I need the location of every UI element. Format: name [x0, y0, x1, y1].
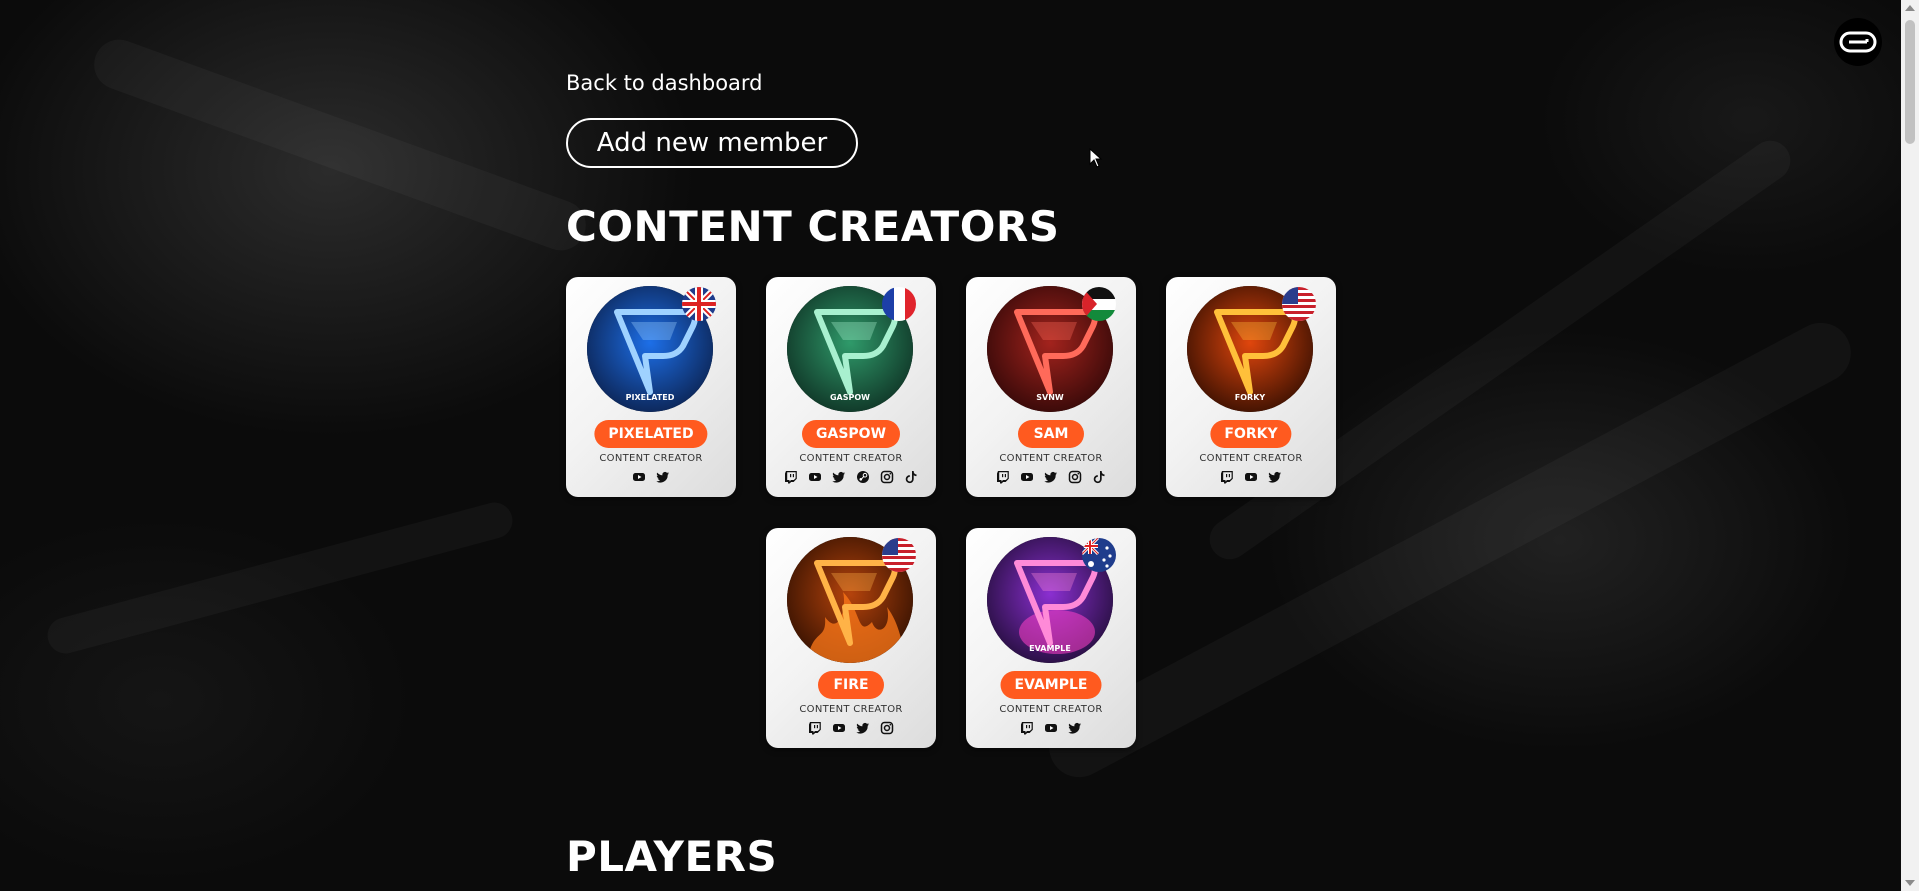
member-name-badge: GASPOW — [801, 420, 901, 448]
youtube-icon[interactable] — [1044, 721, 1058, 735]
instagram-icon[interactable] — [1068, 470, 1082, 484]
member-role: CONTENT CREATOR — [999, 704, 1103, 715]
member-name-badge: FORKY — [1210, 420, 1292, 448]
twitch-icon[interactable] — [996, 470, 1010, 484]
member-role: CONTENT CREATOR — [999, 453, 1103, 464]
mouse-cursor-icon — [1089, 148, 1103, 168]
twitch-icon[interactable] — [1020, 721, 1034, 735]
member-card-sam[interactable]: SVNW SAM CONTENT CREATOR — [966, 277, 1136, 497]
youtube-icon[interactable] — [832, 721, 846, 735]
member-card-forky[interactable]: FORKY FORKY CONTENT CREATOR — [1166, 277, 1336, 497]
tiktok-icon[interactable] — [1092, 470, 1106, 484]
australia-flag — [1082, 538, 1116, 572]
youtube-icon[interactable] — [632, 470, 646, 484]
usa-flag — [882, 538, 916, 572]
twitter-icon[interactable] — [656, 470, 670, 484]
twitter-icon[interactable] — [832, 470, 846, 484]
member-role: CONTENT CREATOR — [799, 453, 903, 464]
back-to-dashboard-link[interactable]: Back to dashboard — [566, 71, 763, 95]
social-links — [966, 470, 1136, 484]
players-heading: PLAYERS — [566, 832, 778, 881]
svg-text:FORKY: FORKY — [1235, 393, 1266, 402]
uk-flag — [682, 287, 716, 321]
svg-text:GASPOW: GASPOW — [830, 393, 870, 402]
add-new-member-button[interactable]: Add new member — [566, 118, 858, 168]
member-name-badge: SAM — [1018, 420, 1084, 448]
social-links — [966, 721, 1136, 735]
member-name-badge: FIRE — [818, 671, 884, 699]
social-links — [566, 470, 736, 484]
member-card-pixelated[interactable]: PIXELATED PIXELATED CONTENT CREATOR — [566, 277, 736, 497]
svg-text:EVAMPLE: EVAMPLE — [1029, 644, 1071, 653]
steam-icon[interactable] — [856, 470, 870, 484]
usa-flag — [1282, 287, 1316, 321]
palestine-flag — [1082, 287, 1116, 321]
twitter-icon[interactable] — [1268, 470, 1282, 484]
background-art — [0, 0, 1919, 891]
member-name-badge: PIXELATED — [594, 420, 708, 448]
twitch-icon[interactable] — [1220, 470, 1234, 484]
brand-logo-icon[interactable] — [1834, 18, 1882, 66]
twitch-icon[interactable] — [808, 721, 822, 735]
member-role: CONTENT CREATOR — [599, 453, 703, 464]
twitter-icon[interactable] — [1068, 721, 1082, 735]
instagram-icon[interactable] — [880, 721, 894, 735]
content-creators-heading: CONTENT CREATORS — [566, 202, 1060, 251]
scrollbar-thumb[interactable] — [1905, 20, 1915, 144]
member-name-badge: EVAMPLE — [1000, 671, 1102, 699]
social-links — [766, 470, 936, 484]
member-role: CONTENT CREATOR — [1199, 453, 1303, 464]
svg-text:PIXELATED: PIXELATED — [626, 393, 675, 402]
youtube-icon[interactable] — [808, 470, 822, 484]
twitch-icon[interactable] — [784, 470, 798, 484]
page-scrollbar[interactable] — [1901, 0, 1919, 891]
social-links — [766, 721, 936, 735]
social-links — [1166, 470, 1336, 484]
twitter-icon[interactable] — [1044, 470, 1058, 484]
member-role: CONTENT CREATOR — [799, 704, 903, 715]
scroll-up-arrow-icon[interactable] — [1905, 5, 1915, 11]
twitter-icon[interactable] — [856, 721, 870, 735]
member-card-gaspow[interactable]: GASPOW GASPOW CONTENT CREATOR — [766, 277, 936, 497]
scroll-down-arrow-icon[interactable] — [1905, 880, 1915, 886]
tiktok-icon[interactable] — [904, 470, 918, 484]
instagram-icon[interactable] — [880, 470, 894, 484]
france-flag — [882, 287, 916, 321]
member-card-evample[interactable]: EVAMPLE EVAMPLE CONTENT CREATOR — [966, 528, 1136, 748]
youtube-icon[interactable] — [1244, 470, 1258, 484]
member-card-fire[interactable]: FIRE CONTENT CREATOR — [766, 528, 936, 748]
svg-text:SVNW: SVNW — [1036, 393, 1064, 402]
youtube-icon[interactable] — [1020, 470, 1034, 484]
